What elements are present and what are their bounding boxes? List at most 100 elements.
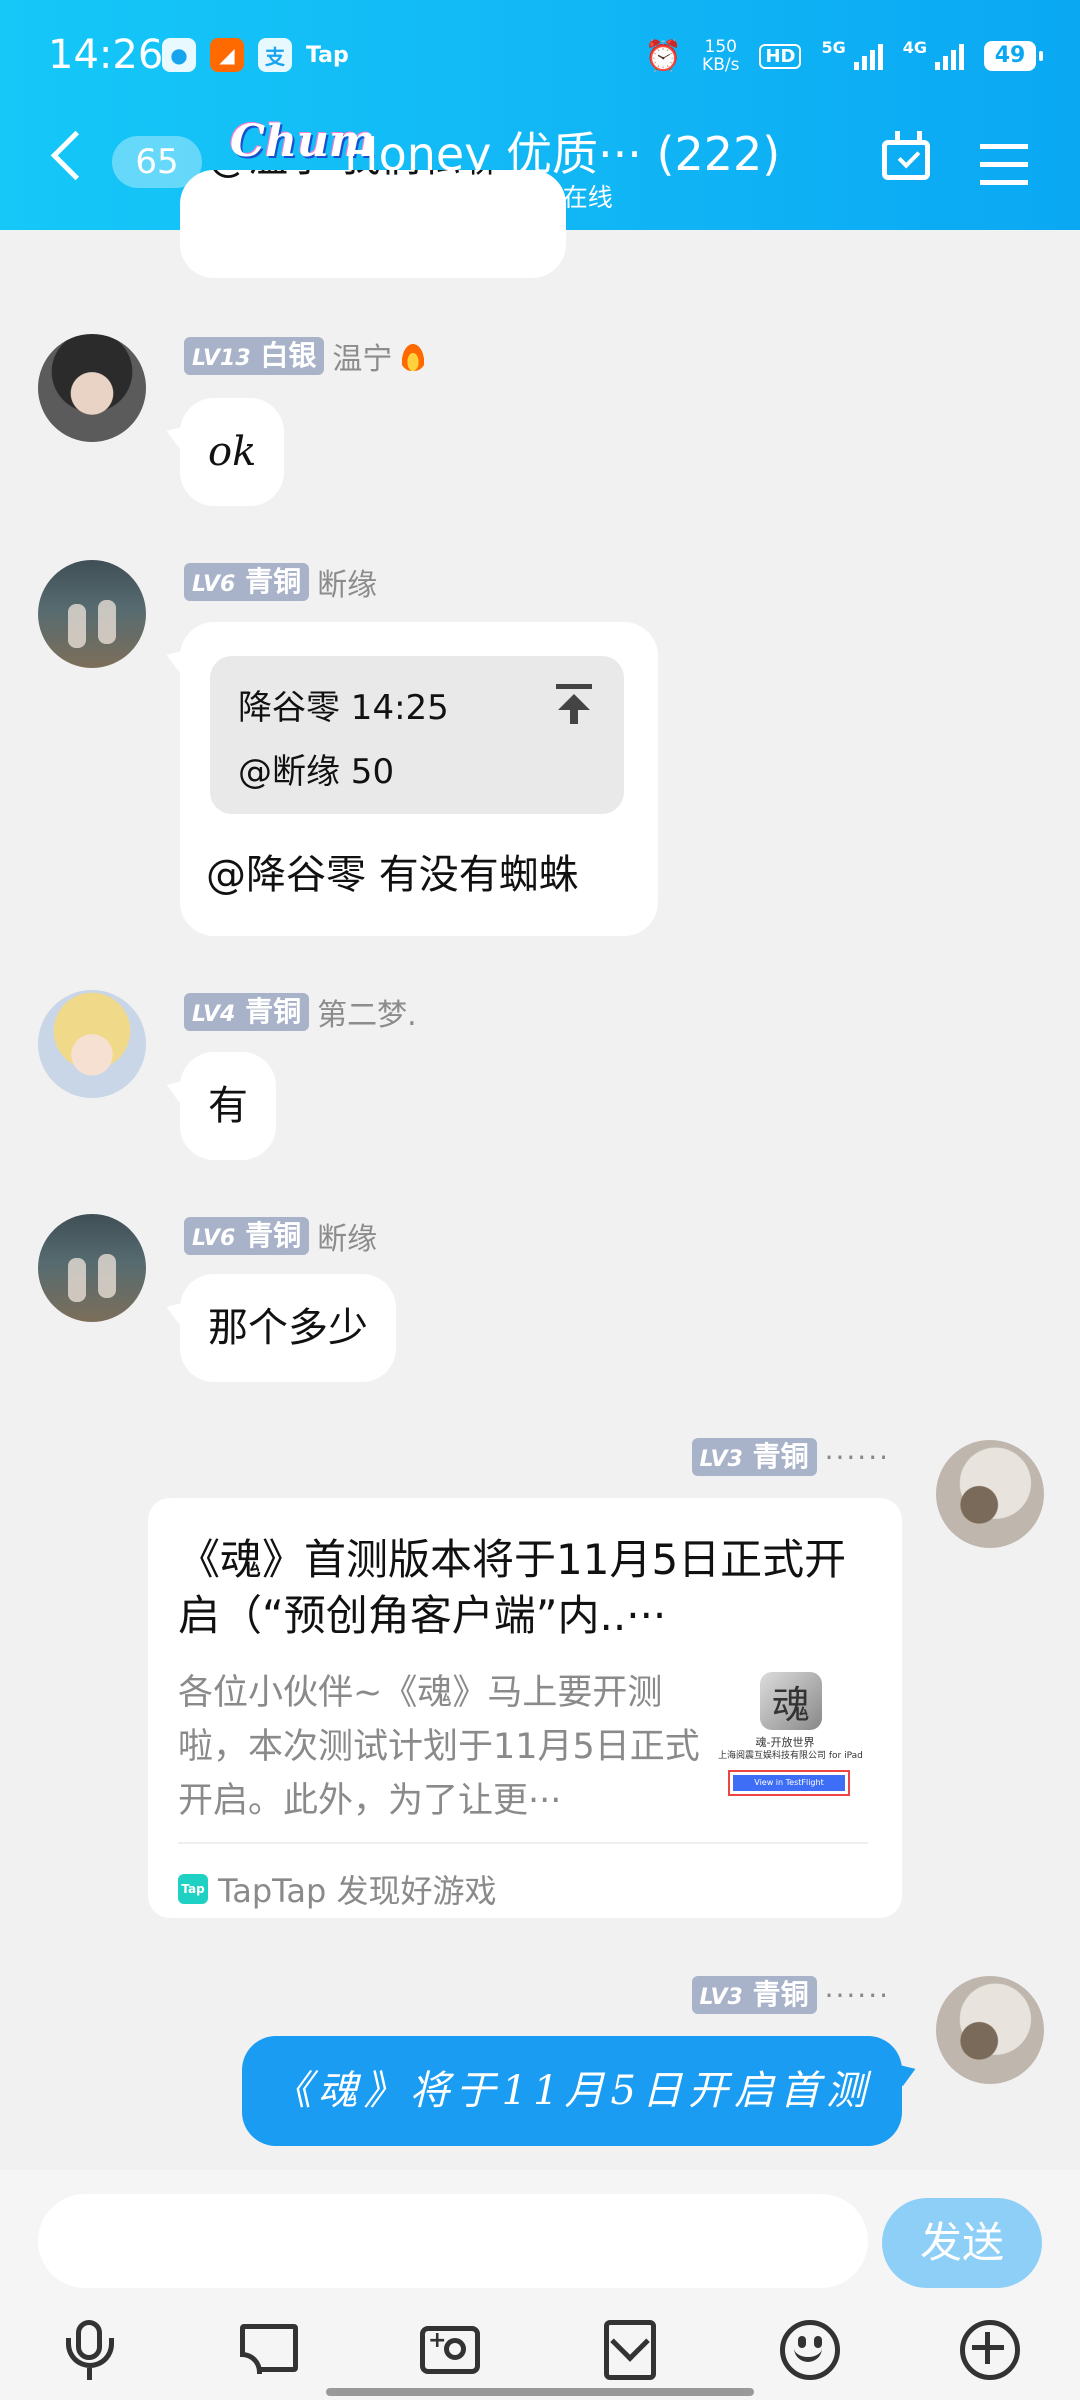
avatar[interactable] — [38, 1214, 146, 1322]
red-packet-icon[interactable] — [598, 2318, 662, 2382]
net-speed: 150 KB/s — [702, 38, 739, 74]
network-5g-label: 5G — [821, 38, 846, 57]
card-source: Tap TapTap 发现好游戏 — [178, 1866, 497, 1912]
camera-icon[interactable]: + — [418, 2318, 482, 2382]
toolbar: + — [0, 2290, 1080, 2400]
thumb-button: View in TestFlight — [728, 1770, 850, 1796]
composer-bar: 发送 — [0, 2170, 1080, 2290]
emoji-icon[interactable] — [778, 2318, 842, 2382]
mic-stand — [87, 2368, 92, 2380]
sender-meta: LV13 白银 温宁 — [184, 334, 427, 378]
sender-name[interactable]: ······ — [825, 1979, 890, 2012]
alibaba-icon: ◢ — [210, 38, 244, 72]
card-divider — [178, 1842, 868, 1844]
level-badge: LV3 青铜 — [691, 1438, 817, 1476]
card-source-text: TapTap 发现好游戏 — [218, 1872, 497, 1910]
level-text: LV4 — [192, 1002, 236, 1027]
message-bubble[interactable]: 那个多少 — [180, 1274, 396, 1382]
avatar-figure — [98, 1254, 116, 1298]
message-input[interactable] — [38, 2194, 868, 2288]
quoted-message[interactable]: 降谷零 14:25 @断缘 50 — [210, 656, 624, 814]
sender-meta: LV4 青铜 第二梦. — [184, 990, 417, 1034]
quote-content: @断缘 50 — [238, 752, 395, 792]
taptap-icon: Tap — [306, 42, 349, 68]
status-time: 14:26 — [48, 32, 164, 78]
avatar[interactable] — [38, 334, 146, 442]
hd-icon: HD — [759, 43, 802, 69]
level-text: LV3 — [699, 1447, 743, 1472]
rank-text: 青铜 — [752, 1440, 809, 1473]
home-indicator[interactable] — [326, 2388, 754, 2396]
avatar-figure — [98, 600, 116, 644]
level-badge: LV6 青铜 — [184, 1217, 310, 1255]
message-bubble[interactable]: 降谷零 14:25 @断缘 50 @降谷零 有没有蜘蛛 — [180, 622, 658, 936]
thumb-company: 上海阅震互娱科技有限公司 for iPad — [718, 1751, 863, 1761]
avatar[interactable] — [38, 990, 146, 1098]
avatar[interactable] — [38, 560, 146, 668]
alipay-icon: 支 — [258, 38, 292, 72]
message-text: 有 — [208, 1083, 248, 1129]
sender-name[interactable]: 断缘 — [317, 560, 377, 604]
plus-vertical — [985, 2332, 990, 2364]
emoji-eye — [798, 2336, 806, 2348]
sender-name[interactable]: 第二梦. — [317, 990, 417, 1034]
level-badge: LV3 青铜 — [691, 1976, 817, 2014]
quote-author-time: 降谷零 14:25 — [238, 688, 449, 728]
avatar[interactable] — [936, 1440, 1044, 1548]
rank-text: 白银 — [260, 339, 317, 372]
jump-to-top-icon[interactable] — [556, 684, 592, 724]
menu-icon[interactable] — [980, 144, 1028, 149]
network-4g-label: 4G — [902, 38, 927, 57]
avatar-figure — [68, 1258, 86, 1302]
microphone-icon[interactable] — [58, 2318, 122, 2382]
sender-meta: LV3 青铜 ······ — [691, 1438, 891, 1476]
screen-cast-icon[interactable] — [238, 2318, 302, 2382]
message-bubble[interactable]: 《魂》将于11月5日开启首测 — [241, 2036, 902, 2146]
avatar-figure — [68, 604, 86, 648]
calendar-check-icon[interactable] — [882, 131, 930, 180]
level-text: LV3 — [699, 1985, 743, 2010]
net-speed-value: 150 — [704, 37, 737, 57]
avatar[interactable] — [936, 1976, 1044, 2084]
status-right: ⏰ 150 KB/s HD 5G 4G 49 — [644, 38, 1043, 74]
share-card[interactable]: 《魂》首测版本将于11月5日正式开启（“预创角客户端”内..··· 各位小伙伴~… — [148, 1498, 902, 1918]
rank-text: 青铜 — [245, 1219, 302, 1252]
level-badge: LV6 青铜 — [184, 563, 310, 601]
message-text: 那个多少 — [208, 1305, 368, 1351]
level-text: LV13 — [192, 346, 251, 371]
message-text: 《魂》将于11月5日开启首测 — [271, 2068, 872, 2114]
notification-icons: ● ◢ 支 Tap — [162, 38, 349, 72]
message-text: ok — [208, 429, 257, 475]
level-badge: LV13 白银 — [184, 337, 325, 375]
message-text: @降谷零 有没有蜘蛛 — [206, 852, 579, 898]
taptap-logo-icon: Tap — [178, 1874, 208, 1904]
emoji-eye — [814, 2336, 822, 2348]
level-text: LV6 — [192, 1226, 236, 1251]
mic-holder — [66, 2338, 114, 2368]
alarm-icon: ⏰ — [644, 38, 683, 74]
signal-4g-icon — [935, 42, 964, 70]
rank-text: 青铜 — [752, 1978, 809, 2011]
card-title: 《魂》首测版本将于11月5日正式开启（“预创角客户端”内..··· — [178, 1535, 847, 1640]
plus-icon[interactable] — [958, 2318, 1022, 2382]
message-bubble[interactable]: 有 — [180, 1052, 276, 1160]
level-badge: LV4 青铜 — [184, 993, 310, 1031]
sender-meta: LV3 青铜 ······ — [691, 1976, 891, 2014]
message-bubble[interactable]: @温宁 我们私聊 — [180, 170, 566, 278]
rank-text: 青铜 — [245, 565, 302, 598]
sender-name[interactable]: 温宁 — [332, 334, 392, 378]
camera-plus: + — [428, 2328, 447, 2353]
sender-meta: LV6 青铜 断缘 — [184, 1214, 377, 1258]
camera-lens — [444, 2338, 466, 2360]
sender-name[interactable]: ······ — [825, 1441, 890, 1474]
card-description: 各位小伙伴~《魂》马上要开测啦，本次测试计划于11月5日正式开启。此外，为了让更… — [178, 1673, 700, 1821]
thumb-button-label: View in TestFlight — [733, 1775, 845, 1791]
chat-bubble-icon: ● — [162, 38, 196, 72]
jump-stem — [570, 708, 578, 724]
message-text: @温宁 我们私聊 — [180, 170, 566, 212]
send-button[interactable]: 发送 — [882, 2198, 1042, 2288]
message-bubble[interactable]: ok — [180, 398, 285, 506]
level-text: LV6 — [192, 572, 236, 597]
sender-name[interactable]: 断缘 — [317, 1214, 377, 1258]
back-icon[interactable] — [50, 130, 101, 181]
